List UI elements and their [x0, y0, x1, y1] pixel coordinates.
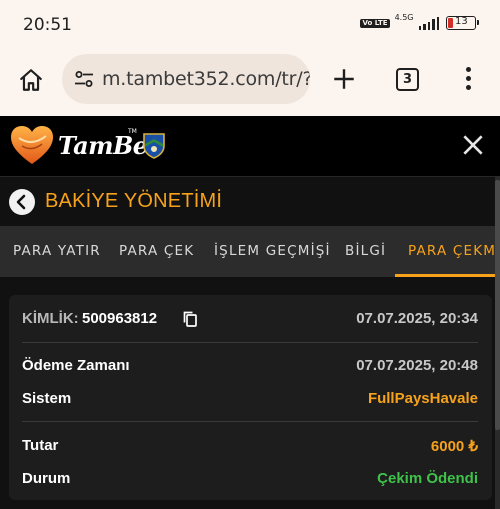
site-header: TamBet TM: [0, 116, 500, 176]
tab-transaction-history[interactable]: İŞLEM GEÇMİŞİ: [214, 226, 331, 277]
balance-tabs: PARA YATIR PARA ÇEK İŞLEM GEÇMİŞİ BİLGİ …: [0, 226, 495, 277]
new-tab-icon[interactable]: [331, 66, 357, 92]
battery-fill: [448, 18, 453, 28]
system-value: FullPaysHavale: [367, 390, 478, 407]
overflow-menu-icon[interactable]: [464, 67, 472, 93]
page-scrollbar[interactable]: [495, 176, 500, 509]
system-label: Sistem: [22, 390, 72, 407]
close-icon[interactable]: [460, 132, 486, 158]
tab-switcher-icon[interactable]: 3: [396, 68, 419, 91]
battery-icon: 13: [446, 16, 479, 30]
chevron-left-icon: [16, 194, 26, 210]
payment-time-label: Ödeme Zamanı: [22, 357, 130, 374]
status-row: Durum Çekim Ödendi: [22, 470, 478, 490]
system-row: Sistem FullPaysHavale: [22, 390, 478, 410]
battery-level: 13: [455, 16, 468, 27]
divider: [22, 421, 478, 422]
status-bar: 20:51 Vo LTE 4.5G 13: [0, 0, 500, 50]
volte-icon: Vo LTE: [360, 18, 390, 28]
tambet-logo[interactable]: TamBet TM: [10, 125, 170, 167]
page-title: BAKİYE YÖNETİMİ: [45, 190, 223, 212]
amount-value: 6000 ₺: [430, 438, 478, 455]
page-title-row: BAKİYE YÖNETİMİ: [0, 176, 495, 226]
tab-deposit[interactable]: PARA YATIR: [13, 226, 101, 277]
id-value: 500963812: [82, 310, 158, 327]
team-crest-icon: [143, 133, 165, 159]
card-id-row: KİMLİK: 500963812 07.07.2025, 20:34: [22, 310, 478, 330]
battery-nub: [477, 20, 479, 25]
id-label: KİMLİK:: [22, 310, 79, 327]
signal-icon: [418, 16, 439, 30]
home-icon[interactable]: [18, 67, 44, 93]
network-type-label: 4.5G: [394, 13, 414, 22]
heart-logo-icon: [11, 126, 53, 164]
url-text[interactable]: m.tambet352.com/tr/?: [102, 68, 310, 90]
logo-trademark: TM: [128, 128, 137, 135]
active-tab-indicator: [395, 274, 495, 277]
copy-icon[interactable]: [182, 310, 198, 328]
site-settings-icon[interactable]: [74, 69, 94, 89]
amount-row: Tutar 6000 ₺: [22, 437, 478, 457]
payment-time-value: 07.07.2025, 20:48: [356, 357, 478, 374]
tab-withdraw[interactable]: PARA ÇEK: [119, 226, 194, 277]
payment-time-row: Ödeme Zamanı 07.07.2025, 20:48: [22, 357, 478, 377]
scrollbar-thumb[interactable]: [495, 180, 500, 430]
withdrawal-card: KİMLİK: 500963812 07.07.2025, 20:34 Ödem…: [9, 295, 492, 500]
back-button[interactable]: [9, 189, 35, 215]
status-value: Çekim Ödendi: [377, 470, 478, 487]
address-bar[interactable]: m.tambet352.com/tr/?: [62, 54, 310, 104]
status-label: Durum: [22, 470, 71, 487]
tab-info[interactable]: BİLGİ: [345, 226, 386, 277]
tab-withdrawals[interactable]: PARA ÇEKME: [408, 226, 495, 277]
divider: [22, 342, 478, 343]
status-icons: Vo LTE 4.5G 13: [360, 13, 479, 30]
browser-toolbar: m.tambet352.com/tr/? 3: [0, 50, 500, 116]
created-at: 07.07.2025, 20:34: [356, 310, 478, 327]
status-time: 20:51: [23, 15, 72, 35]
amount-label: Tutar: [22, 437, 59, 454]
